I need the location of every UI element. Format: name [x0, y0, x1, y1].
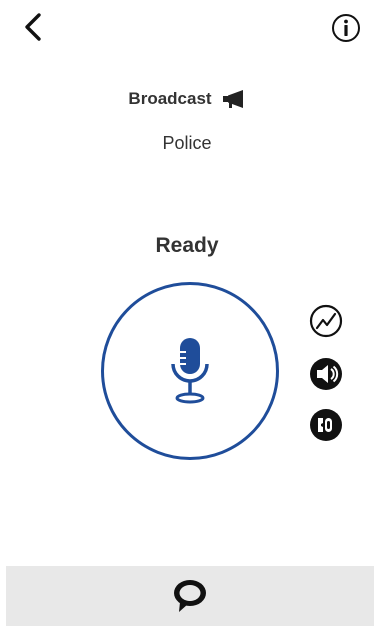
- chevron-left-icon: [25, 13, 41, 41]
- talk-group-name: Police: [162, 133, 212, 153]
- microphone-icon: [171, 338, 209, 404]
- earpiece-button[interactable]: [309, 408, 343, 442]
- push-to-talk-button[interactable]: [101, 282, 279, 460]
- chat-bubble-icon: [174, 580, 206, 612]
- call-mode-row: Broadcast: [0, 86, 374, 112]
- speaker-icon: [310, 358, 342, 390]
- chat-button[interactable]: [170, 578, 210, 614]
- back-button[interactable]: [16, 10, 50, 44]
- info-circle-icon: [332, 14, 360, 42]
- top-bar: [0, 0, 374, 56]
- speaker-button[interactable]: [309, 357, 343, 391]
- call-mode-label: Broadcast: [128, 89, 212, 108]
- call-status: Ready: [155, 234, 219, 257]
- signal-button[interactable]: [309, 304, 343, 338]
- info-button[interactable]: [330, 12, 362, 44]
- signal-strength-icon: [309, 304, 343, 338]
- earpiece-icon: [310, 409, 342, 441]
- bottom-bar: [6, 566, 374, 626]
- megaphone-icon: [222, 90, 243, 108]
